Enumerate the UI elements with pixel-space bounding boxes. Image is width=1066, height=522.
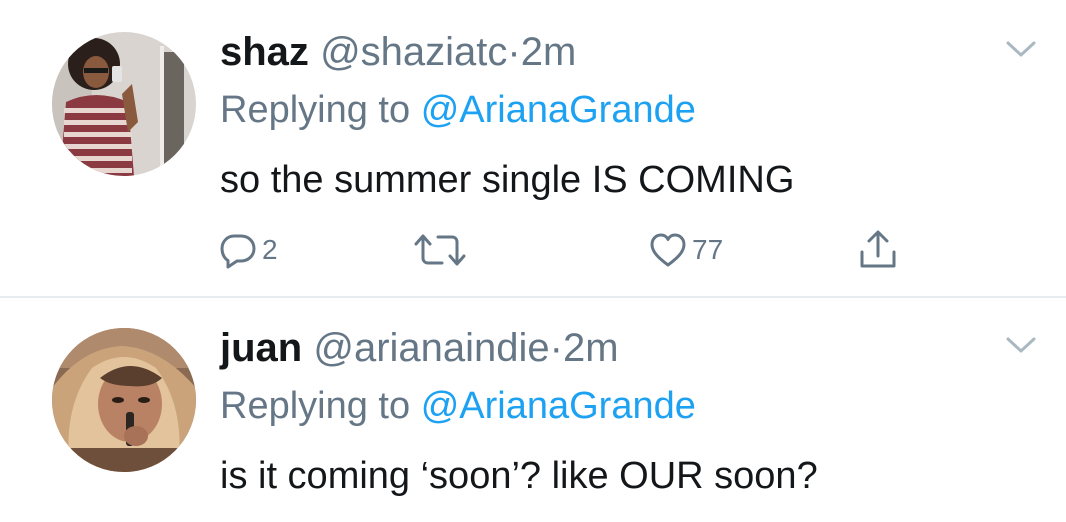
display-name[interactable]: juan xyxy=(220,326,302,370)
like-button[interactable]: 77 xyxy=(648,226,723,274)
tweet[interactable]: shaz @shaziatc·2m Replying to @ArianaGra… xyxy=(0,0,1066,296)
mention-link[interactable]: @ArianaGrande xyxy=(421,89,696,131)
tweet-text: is it coming ‘soon’? like OUR soon? xyxy=(220,455,818,497)
avatar-photo xyxy=(52,32,196,176)
replying-to-label: Replying to xyxy=(220,89,411,131)
heart-icon xyxy=(650,233,686,267)
tweet-text: so the summer single IS COMING xyxy=(220,159,795,201)
chevron-down-icon[interactable] xyxy=(1004,38,1038,60)
reply-button[interactable]: 2 xyxy=(218,226,278,274)
user-handle[interactable]: @shaziatc xyxy=(320,30,507,74)
user-handle[interactable]: @arianaindie xyxy=(313,326,549,370)
timestamp[interactable]: 2m xyxy=(521,30,577,74)
display-name[interactable]: shaz xyxy=(220,30,309,74)
replying-to: Replying to @ArianaGrande xyxy=(220,86,696,134)
retweet-icon xyxy=(414,234,466,266)
avatar[interactable] xyxy=(52,328,196,472)
share-icon xyxy=(860,230,896,268)
separator-dot: · xyxy=(549,326,563,370)
tweet-header: juan @arianaindie·2m xyxy=(220,324,619,372)
tweet-header: shaz @shaziatc·2m xyxy=(220,28,576,76)
chevron-down-icon[interactable] xyxy=(1004,334,1038,356)
share-button[interactable] xyxy=(856,226,900,274)
avatar-photo xyxy=(52,328,196,472)
replying-to: Replying to @ArianaGrande xyxy=(220,382,696,430)
timestamp[interactable]: 2m xyxy=(563,326,619,370)
reply-count: 2 xyxy=(262,234,278,265)
reply-icon xyxy=(220,234,256,269)
retweet-button[interactable] xyxy=(412,226,468,274)
tweet[interactable]: juan @arianaindie·2m Replying to @Ariana… xyxy=(0,298,1066,522)
mention-link[interactable]: @ArianaGrande xyxy=(421,385,696,427)
avatar[interactable] xyxy=(52,32,196,176)
replying-to-label: Replying to xyxy=(220,385,411,427)
separator-dot: · xyxy=(507,30,521,74)
like-count: 77 xyxy=(692,234,724,265)
